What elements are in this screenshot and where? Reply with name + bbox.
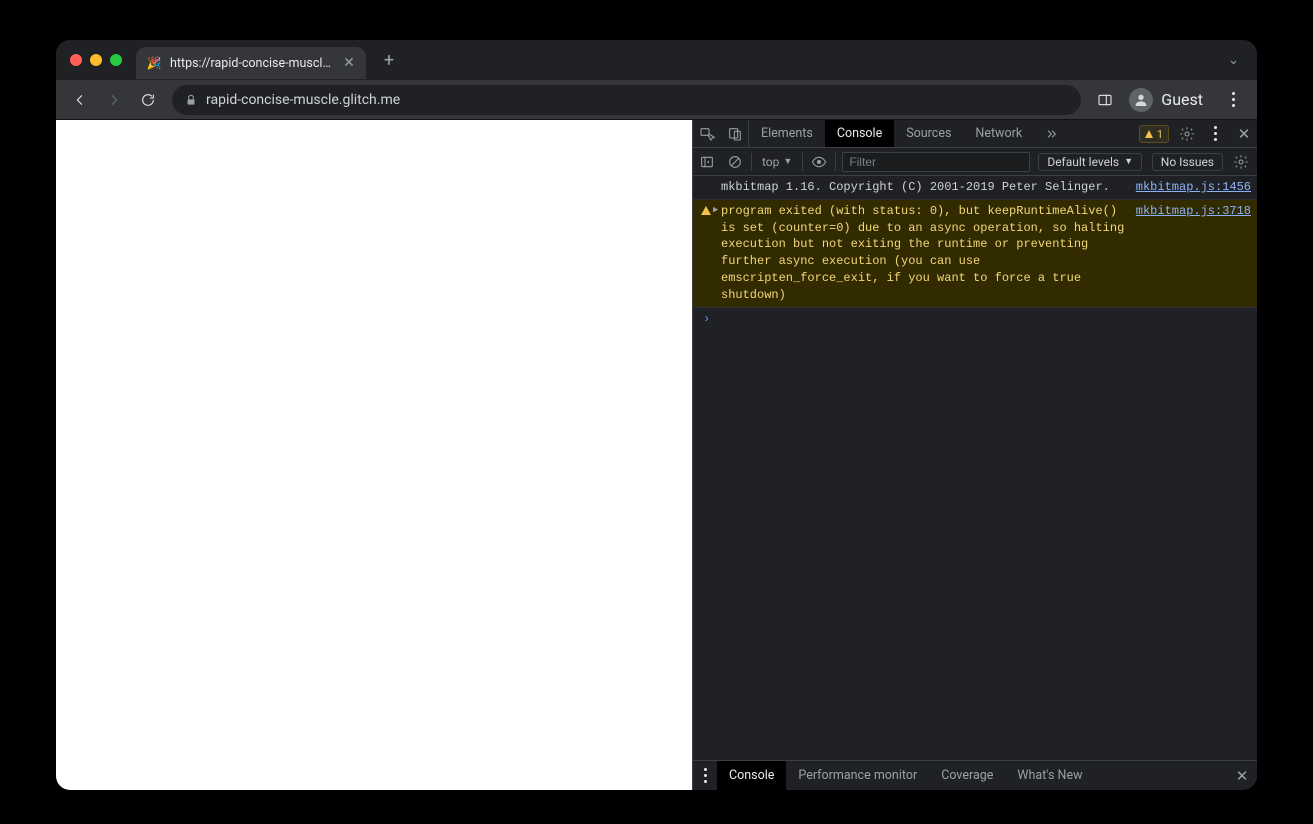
tab-favicon: 🎉	[146, 55, 162, 71]
devtools-menu-button[interactable]	[1201, 120, 1229, 148]
chevron-down-icon: ▼	[1124, 156, 1133, 167]
device-toolbar-button[interactable]	[721, 120, 749, 147]
page-viewport[interactable]	[56, 120, 692, 790]
tab-close-icon[interactable]: ✕	[342, 56, 356, 70]
prompt-chevron-icon: ›	[703, 312, 710, 326]
issues-button[interactable]: No Issues	[1152, 153, 1223, 171]
back-button[interactable]	[66, 86, 94, 114]
browser-tab[interactable]: 🎉 https://rapid-concise-muscle.g ✕	[136, 47, 366, 79]
drawer-tab-console[interactable]: Console	[717, 761, 786, 790]
close-window-button[interactable]	[70, 54, 82, 66]
console-filter-input[interactable]	[842, 152, 1030, 172]
console-settings-button[interactable]	[1229, 154, 1253, 170]
devtools-panel: Elements Console Sources Network 1	[692, 120, 1257, 790]
window-titlebar: 🎉 https://rapid-concise-muscle.g ✕ + ⌄	[56, 40, 1257, 80]
url-text: rapid-concise-muscle.glitch.me	[206, 92, 400, 108]
console-message: mkbitmap 1.16. Copyright (C) 2001-2019 P…	[693, 176, 1257, 200]
traffic-lights	[70, 54, 122, 66]
devtools-tabbar: Elements Console Sources Network 1	[693, 120, 1257, 148]
drawer-tab-performance-monitor[interactable]: Performance monitor	[786, 761, 929, 790]
message-source-link[interactable]: mkbitmap.js:3718	[1136, 203, 1251, 220]
clear-console-button[interactable]	[721, 148, 749, 176]
tab-title: https://rapid-concise-muscle.g	[170, 56, 334, 71]
console-prompt[interactable]: ›	[693, 308, 1257, 330]
drawer-tab-coverage[interactable]: Coverage	[929, 761, 1005, 790]
profile-button[interactable]: Guest	[1125, 85, 1213, 115]
message-text: mkbitmap 1.16. Copyright (C) 2001-2019 P…	[721, 179, 1128, 196]
drawer-menu-button[interactable]	[693, 762, 717, 790]
devtools-close-button[interactable]: ✕	[1231, 120, 1257, 147]
reload-button[interactable]	[134, 86, 162, 114]
tab-console[interactable]: Console	[825, 120, 894, 147]
side-panel-button[interactable]	[1091, 86, 1119, 114]
browser-menu-button[interactable]	[1219, 86, 1247, 114]
devtools-drawer: Console Performance monitor Coverage Wha…	[693, 760, 1257, 790]
console-output[interactable]: mkbitmap 1.16. Copyright (C) 2001-2019 P…	[693, 176, 1257, 760]
new-tab-button[interactable]: +	[376, 47, 402, 73]
browser-toolbar: rapid-concise-muscle.glitch.me Guest	[56, 80, 1257, 120]
console-warning-message: ▶ program exited (with status: 0), but k…	[693, 200, 1257, 308]
lock-icon	[184, 92, 198, 108]
maximize-window-button[interactable]	[110, 54, 122, 66]
message-text: program exited (with status: 0), but kee…	[721, 203, 1128, 304]
execution-context-selector[interactable]: top ▼	[754, 155, 800, 169]
drawer-tab-whats-new[interactable]: What's New	[1005, 761, 1094, 790]
console-toolbar: top ▼ Default levels ▼ No Iss	[693, 148, 1257, 176]
levels-label: Default levels	[1047, 155, 1119, 169]
avatar-icon	[1129, 88, 1153, 112]
tab-search-button[interactable]: ⌄	[1228, 53, 1239, 68]
forward-button[interactable]	[100, 86, 128, 114]
message-source-link[interactable]: mkbitmap.js:1456	[1136, 179, 1251, 196]
console-sidebar-toggle[interactable]	[693, 148, 721, 176]
live-expression-button[interactable]	[805, 148, 833, 176]
log-levels-selector[interactable]: Default levels ▼	[1038, 153, 1142, 171]
tab-sources[interactable]: Sources	[894, 120, 963, 147]
address-bar[interactable]: rapid-concise-muscle.glitch.me	[172, 85, 1081, 115]
expand-icon[interactable]: ▶	[713, 204, 718, 217]
tab-network[interactable]: Network	[963, 120, 1034, 147]
tab-elements[interactable]: Elements	[749, 120, 825, 147]
minimize-window-button[interactable]	[90, 54, 102, 66]
chevron-down-icon: ▼	[783, 156, 792, 167]
drawer-close-button[interactable]: ✕	[1227, 767, 1257, 785]
profile-label: Guest	[1161, 90, 1203, 109]
warnings-count: 1	[1157, 128, 1163, 141]
tabs-overflow-button[interactable]	[1034, 120, 1066, 147]
devtools-settings-button[interactable]	[1175, 120, 1199, 147]
inspect-element-button[interactable]	[693, 120, 721, 147]
warning-icon	[1145, 130, 1153, 138]
issues-label: No Issues	[1161, 155, 1214, 169]
context-label: top	[762, 155, 779, 169]
warnings-badge[interactable]: 1	[1139, 125, 1169, 143]
